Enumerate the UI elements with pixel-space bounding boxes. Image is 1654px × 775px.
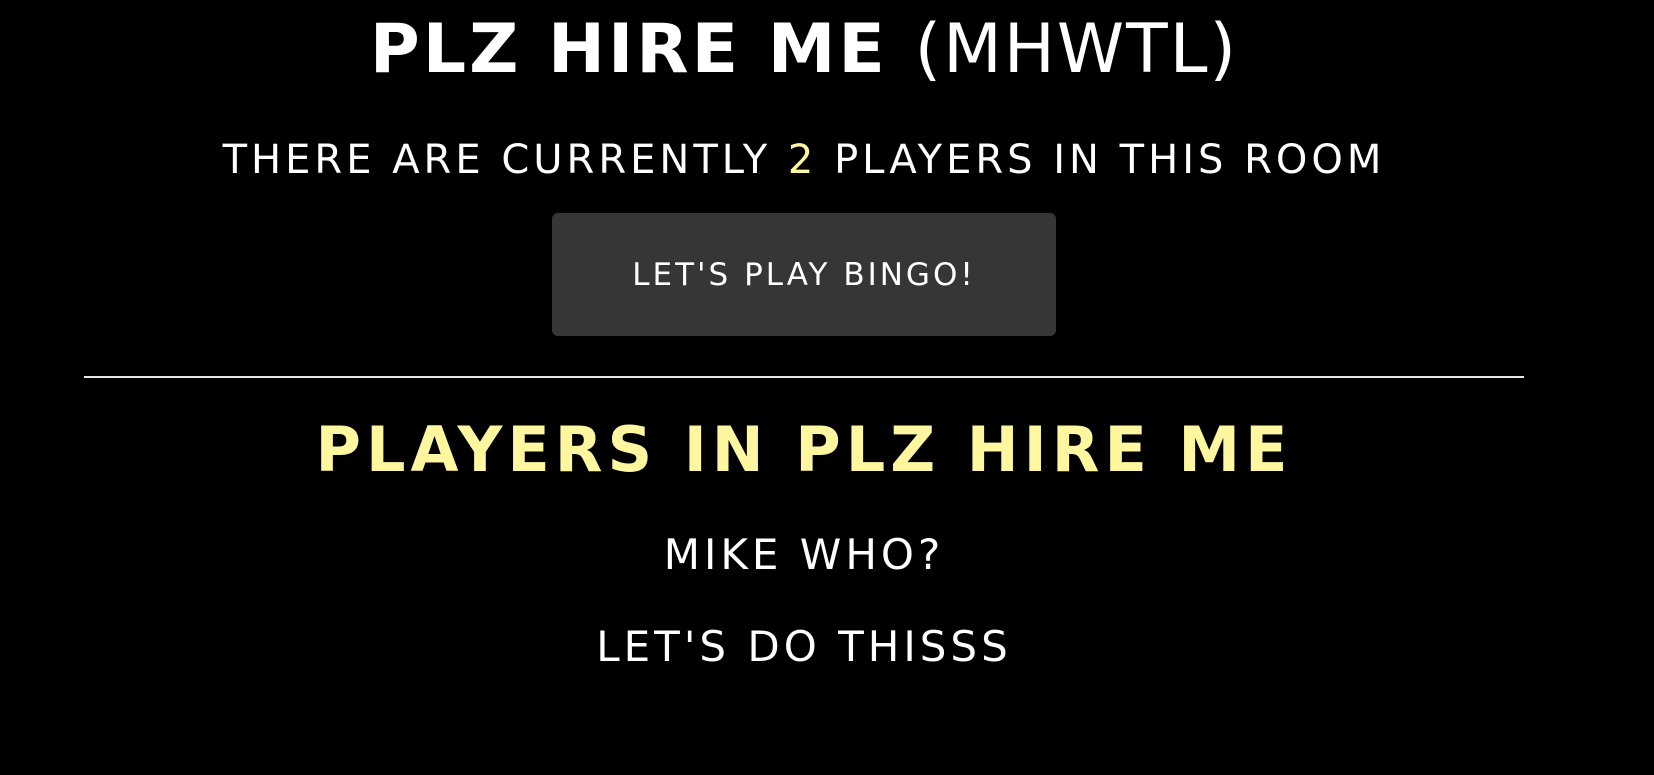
- player-list: MIKE WHO? LET'S DO THISSS: [0, 525, 1608, 709]
- room-title: PLZ HIRE ME (MHWTL): [0, 8, 1608, 92]
- players-heading-prefix: PLAYERS IN: [315, 413, 769, 486]
- play-bingo-button[interactable]: LET'S PLAY BINGO!: [552, 213, 1056, 336]
- room-name: PLZ HIRE ME: [369, 10, 888, 89]
- players-heading: PLAYERS IN PLZ HIRE ME: [0, 408, 1608, 492]
- player-list-item: MIKE WHO?: [663, 530, 945, 579]
- room-code: (MHWTL): [914, 10, 1239, 89]
- player-count-suffix: PLAYERS IN THIS ROOM: [834, 137, 1386, 183]
- player-list-item: LET'S DO THISSS: [596, 622, 1012, 671]
- player-count-value: 2: [787, 137, 818, 183]
- players-heading-room-name: PLZ HIRE ME: [795, 413, 1293, 486]
- player-count-status: THERE ARE CURRENTLY 2 PLAYERS IN THIS RO…: [0, 128, 1608, 192]
- player-count-prefix: THERE ARE CURRENTLY: [222, 137, 772, 183]
- section-divider: [84, 376, 1524, 378]
- bingo-room-page: PLZ HIRE ME (MHWTL) THERE ARE CURRENTLY …: [0, 0, 1654, 775]
